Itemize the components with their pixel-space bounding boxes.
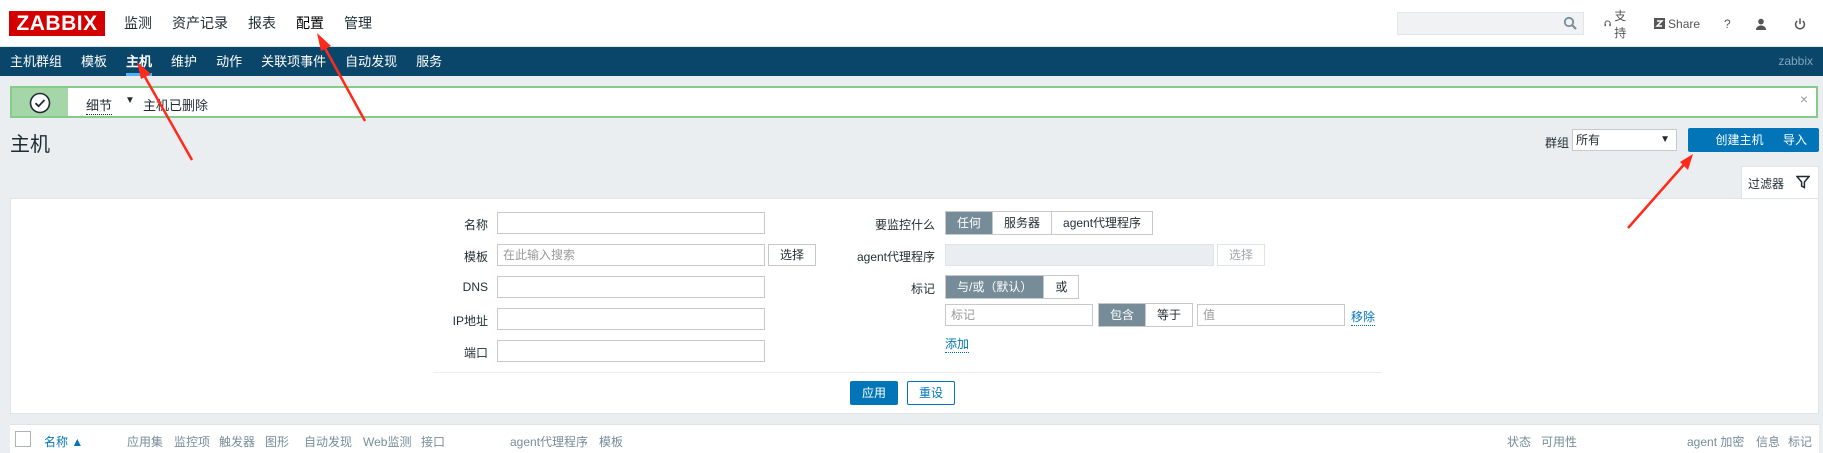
subnav-host-groups[interactable]: 主机群组 [10,47,62,76]
support-label: 支持 [1614,8,1627,40]
tag-operator-toggle: 包含 等于 [1098,303,1194,327]
tag-op-equals[interactable]: 等于 [1146,304,1193,326]
name-input[interactable] [497,212,765,234]
col-interface: 接口 [421,435,446,449]
tag-add-link[interactable]: 添加 [945,335,970,353]
monitored-by-server[interactable]: 服务器 [993,212,1053,234]
nav-administration[interactable]: 管理 [344,0,372,47]
apply-button[interactable]: 应用 [850,381,898,405]
tag-value-input[interactable]: 值 [1197,304,1345,326]
subnav-actions[interactable]: 动作 [216,47,242,76]
monitored-by-proxy[interactable]: agent代理程序 [1052,212,1153,234]
subnav-services[interactable]: 服务 [416,47,442,76]
nav-configuration[interactable]: 配置 [296,0,324,47]
monitored-by-toggle: 任何 服务器 agent代理程序 [945,211,1154,235]
sub-nav: 主机群组 模板 主机 维护 动作 关联项事件 自动发现 服务 zabbix [0,47,1823,76]
col-web: Web监测 [363,435,412,449]
success-icon-box [12,88,68,116]
arrowhead-create-host [1680,154,1693,170]
filter-tab[interactable]: 过滤器 [1741,166,1819,199]
select-all-checkbox[interactable] [15,431,31,447]
col-items: 监控项 [174,435,211,449]
page-title: 主机 [10,134,50,156]
dns-label: DNS [462,280,488,294]
col-graphs: 图形 [265,435,290,449]
group-select-value: 所有 [1576,133,1601,147]
tag-op-contains[interactable]: 包含 [1099,304,1147,326]
search-icon[interactable] [1563,16,1577,30]
template-search-input[interactable]: 在此输入搜索 [497,244,765,266]
port-input[interactable] [497,340,765,362]
tags-label: 标记 [910,282,935,296]
headset-icon [1604,20,1611,27]
col-applications: 应用集 [127,435,164,449]
subnav-discovery[interactable]: 自动发现 [345,47,397,76]
subnav-templates[interactable]: 模板 [81,47,107,76]
caret-down-icon[interactable]: ▼ [125,95,135,106]
proxy-input[interactable] [945,244,1214,266]
funnel-icon [1796,175,1810,189]
main-nav: 监测 资产记录 报表 配置 管理 [124,0,392,47]
group-select[interactable]: 所有 ▼ [1572,129,1677,151]
monitored-by-any[interactable]: 任何 [946,212,994,234]
col-proxy: agent代理程序 [510,435,589,449]
message-details-toggle[interactable]: 细节 [86,95,113,115]
check-circle-icon [29,92,51,114]
chevron-down-icon: ▼ [1660,134,1670,145]
col-availability: 可用性 [1541,435,1578,449]
import-button[interactable]: 导入 [1771,128,1819,152]
ip-input[interactable] [497,308,765,330]
proxy-label: agent代理程序 [856,250,935,264]
support-link[interactable]: 支持 [1604,7,1630,41]
nav-inventory[interactable]: 资产记录 [172,0,228,47]
col-discovery: 自动发现 [304,435,353,449]
server-name: zabbix [1778,54,1813,68]
message-text: 主机已删除 [143,98,209,113]
filter-tab-label: 过滤器 [1748,177,1785,191]
top-right-tools: 支持 Share ? [1604,0,1823,47]
nav-reports[interactable]: 报表 [248,0,276,47]
nav-monitoring[interactable]: 监测 [124,0,152,47]
subnav-hosts[interactable]: 主机 [126,47,153,76]
col-status: 状态 [1507,435,1532,449]
tag-remove-link[interactable]: 移除 [1351,308,1376,326]
name-label: 名称 [463,218,488,232]
port-label: 端口 [463,346,488,360]
top-bar: ZABBIX 监测 资产记录 报表 配置 管理 支持 Share ? [0,0,1823,47]
monitored-by-label: 要监控什么 [874,218,935,232]
subnav-maintenance[interactable]: 维护 [171,47,197,76]
filter-divider [433,372,1382,373]
group-label: 群组 [1545,136,1570,150]
logout-button[interactable] [1794,18,1809,30]
hosts-table-header: 名称 ▲ 应用集 监控项 触发器 图形 自动发现 Web监测 接口 agent代… [10,424,1819,453]
col-triggers: 触发器 [219,435,256,449]
tags-mode-or[interactable]: 或 [1044,276,1079,298]
success-message: 细节 ▼ 主机已删除 × [10,86,1818,118]
help-button[interactable]: ? [1724,17,1731,31]
close-icon[interactable]: × [1800,91,1808,107]
ip-label: IP地址 [452,314,488,328]
tags-mode-toggle: 与/或（默认） 或 [945,275,1080,299]
global-search-input[interactable] [1397,12,1584,35]
user-icon [1755,18,1766,30]
dns-input[interactable] [497,276,765,298]
share-label: Share [1668,16,1701,31]
template-select-button[interactable]: 选择 [768,244,816,266]
user-profile-button[interactable] [1755,18,1770,30]
tags-mode-and-or[interactable]: 与/或（默认） [946,276,1045,298]
proxy-select-button[interactable]: 选择 [1217,244,1265,266]
col-name[interactable]: 名称 ▲ [44,433,83,450]
col-templates: 模板 [599,435,624,449]
share-z-icon [1654,18,1666,29]
col-tags: 标记 [1788,435,1813,449]
power-icon [1794,18,1805,29]
subnav-event-correlation[interactable]: 关联项事件 [261,47,326,76]
col-agent-encryption: agent 加密 [1687,435,1745,449]
template-label: 模板 [463,250,488,264]
tag-name-input[interactable]: 标记 [945,304,1093,326]
col-info: 信息 [1756,435,1781,449]
share-link[interactable]: Share [1654,17,1700,31]
zabbix-logo[interactable]: ZABBIX [9,11,105,36]
reset-button[interactable]: 重设 [907,381,955,405]
